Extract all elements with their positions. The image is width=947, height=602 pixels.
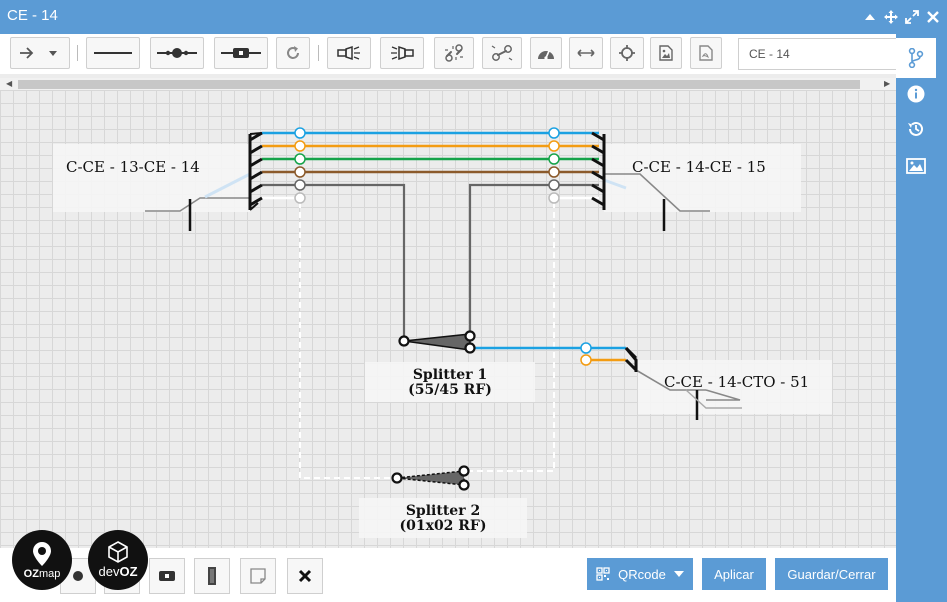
cable-symbol-cto [635, 369, 742, 420]
diagram-canvas[interactable]: C-CE - 13-CE - 14 C-CE - 14-CE - 15 C-CE… [0, 90, 896, 548]
unlink-icon [445, 44, 463, 62]
add-note-button[interactable] [240, 558, 276, 594]
splitter2-shape[interactable] [391, 465, 470, 491]
add-dio-button[interactable] [194, 558, 230, 594]
chevron-down-icon [49, 51, 57, 56]
devoz-logo: devOZ [88, 530, 148, 590]
minimize-icon[interactable] [862, 9, 878, 25]
fusion-markers-cto[interactable] [580, 342, 592, 366]
history-tab[interactable] [905, 118, 927, 140]
box-name-input[interactable] [738, 38, 898, 70]
crosshair-icon [619, 45, 635, 61]
image-icon [906, 158, 926, 174]
scroll-left-icon[interactable]: ◀ [6, 78, 12, 90]
flashlight-button[interactable] [327, 37, 371, 69]
select-tool-button[interactable] [10, 37, 70, 69]
title-bar: CE - 14 [0, 0, 947, 34]
line-icon [94, 52, 132, 54]
fusion-icon [157, 48, 197, 58]
gauge-button[interactable] [530, 37, 562, 69]
qrcode-label: QRcode [618, 566, 666, 582]
window-title: CE - 14 [7, 7, 58, 24]
right-sidebar [896, 34, 947, 602]
qrcode-dropdown-button[interactable]: QRcode [587, 558, 693, 590]
window-controls [862, 9, 941, 25]
image-export-icon [659, 45, 673, 61]
cable-end-cto [624, 346, 638, 372]
splitter1-outputs [470, 346, 626, 362]
cable-symbol-left [145, 172, 251, 231]
pdf-icon [699, 45, 713, 61]
fusion-icon [73, 571, 83, 581]
link-button[interactable] [482, 37, 522, 69]
export-pdf-button[interactable] [690, 37, 722, 69]
rotate-icon [287, 46, 299, 59]
gauge-icon [538, 50, 554, 60]
maximize-icon[interactable] [904, 9, 920, 25]
horizontal-arrows-icon [577, 49, 595, 57]
flashlight-reverse-icon [391, 45, 414, 61]
chevron-down-icon [673, 571, 684, 577]
editor-area: ◀ ▶ C-CE - 13-CE - 14 C-CE - 14-CE - 15 … [0, 34, 898, 602]
move-icon[interactable] [883, 9, 899, 25]
fiber-trunk [262, 131, 599, 338]
connector-icon [159, 571, 175, 581]
link-icon [491, 45, 513, 61]
line-tool-button[interactable] [86, 37, 140, 69]
fusion-tool-button[interactable] [150, 37, 204, 69]
rotate-button[interactable] [276, 37, 310, 69]
diagram-svg [145, 127, 742, 491]
connector-tool-button[interactable] [214, 37, 268, 69]
cable-symbol-right [603, 173, 710, 231]
scroll-thumb[interactable] [18, 80, 860, 89]
center-button[interactable] [610, 37, 644, 69]
add-splitter-button[interactable] [149, 558, 185, 594]
devoz-logo-main: dev [98, 564, 120, 579]
unlink-button[interactable] [434, 37, 474, 69]
ozmap-logo: OZmap [12, 530, 72, 590]
qrcode-icon [596, 567, 610, 581]
apply-button[interactable]: Aplicar [702, 558, 766, 590]
info-icon [907, 85, 925, 103]
panel-icon [208, 567, 216, 585]
delete-button[interactable] [287, 558, 323, 594]
history-icon [908, 121, 923, 136]
horizontal-scrollbar[interactable]: ◀ ▶ [0, 78, 896, 90]
fusion-markers-left[interactable] [294, 127, 306, 204]
splitter1-shape[interactable] [398, 330, 476, 354]
cable-end-left [248, 131, 263, 211]
map-pin-icon [33, 541, 51, 566]
toolbar [0, 34, 898, 74]
info-tab[interactable] [905, 83, 927, 105]
ozmap-logo-main: OZ [23, 567, 39, 580]
scroll-right-icon[interactable]: ▶ [884, 78, 890, 90]
flashlight-reverse-button[interactable] [380, 37, 424, 69]
save-close-button[interactable]: Guardar/Cerrar [775, 558, 888, 590]
branch-tab[interactable] [896, 38, 936, 78]
image-tab[interactable] [905, 155, 927, 177]
toolbar-separator [318, 45, 319, 61]
toolbar-separator [77, 45, 78, 61]
close-icon [298, 569, 312, 583]
flashlight-icon [337, 45, 360, 61]
fusion-markers-right[interactable] [548, 127, 560, 204]
cube-icon [108, 541, 128, 563]
close-icon[interactable] [925, 9, 941, 25]
branch-icon [908, 48, 924, 68]
devoz-logo-sub: OZ [119, 564, 138, 579]
connector-icon [221, 48, 261, 58]
horizontal-arrows-button[interactable] [569, 37, 603, 69]
note-icon [250, 568, 266, 584]
ozmap-logo-sub: map [38, 567, 61, 580]
arrow-right-icon [20, 47, 34, 59]
export-image-button[interactable] [650, 37, 682, 69]
